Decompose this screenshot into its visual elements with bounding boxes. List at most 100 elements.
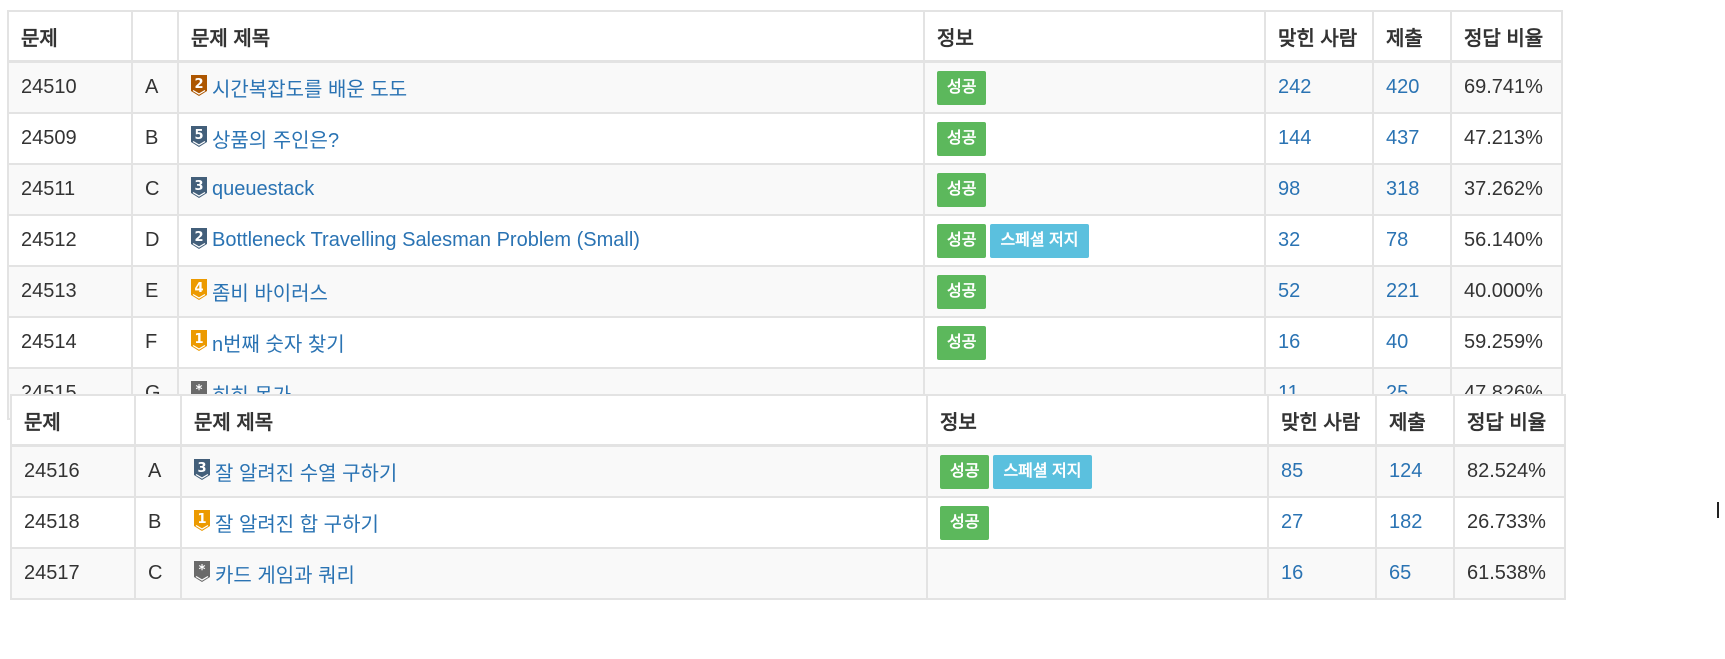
tier-shield-icon: 3 xyxy=(191,176,207,198)
header-title: 문제 제목 xyxy=(177,10,925,63)
tier-gold-icon: 1 xyxy=(191,329,207,352)
table-row: 24516 A 3 잘 알려진 수열 구하기 성공 스페셜 저지 85 124 82.524% xyxy=(10,444,1566,498)
submission-count-link[interactable]: 420 xyxy=(1386,76,1419,98)
problem-title-link[interactable]: 시간복잡도를 배운 도도 xyxy=(212,76,407,101)
solved-count-link[interactable]: 27 xyxy=(1281,511,1303,533)
problem-info-cell: 성공 xyxy=(923,265,1266,318)
submission-count-link[interactable]: 40 xyxy=(1386,331,1408,353)
header-solved: 맞힌 사람 xyxy=(1264,10,1374,63)
table-header: 문제 문제 제목 정보 맞힌 사람 제출 정답 비율 xyxy=(7,10,1563,63)
solved-count-link[interactable]: 98 xyxy=(1278,178,1300,200)
problem-title-link[interactable]: queuestack xyxy=(212,178,314,200)
submission-count-cell: 221 xyxy=(1372,265,1452,318)
accuracy-ratio: 37.262% xyxy=(1450,163,1563,216)
tier-level-label: 2 xyxy=(194,230,203,245)
solved-count-cell: 27 xyxy=(1267,496,1377,549)
table-row: 24510 A 2 시간복잡도를 배운 도도 성공 242 420 69.741% xyxy=(7,60,1563,114)
success-badge: 성공 xyxy=(937,121,987,156)
scroll-edge-marker xyxy=(1717,502,1719,518)
problem-info-cell: 성공 xyxy=(923,316,1266,369)
problem-title-cell: * 카드 게임과 쿼리 xyxy=(180,547,928,600)
submission-count-cell: 65 xyxy=(1375,547,1455,600)
submission-count-cell: 182 xyxy=(1375,496,1455,549)
problem-title-cell: 2 시간복잡도를 배운 도도 xyxy=(177,60,925,114)
problem-id-cell: 24509 xyxy=(7,112,133,165)
problem-title-cell: 2 Bottleneck Travelling Salesman Problem … xyxy=(177,214,925,267)
problem-id-cell: 24518 xyxy=(10,496,136,549)
problem-info-cell: 성공 xyxy=(923,60,1266,114)
problem-id: 24516 xyxy=(24,460,80,482)
accuracy-ratio: 56.140% xyxy=(1450,214,1563,267)
solved-count-cell: 52 xyxy=(1264,265,1374,318)
problem-id: 24510 xyxy=(21,76,77,98)
problem-title-link[interactable]: 좀비 바이러스 xyxy=(212,280,328,305)
tier-shield-icon: 4 xyxy=(191,278,207,300)
solved-count-link[interactable]: 85 xyxy=(1281,460,1303,482)
table-row: 24518 B 1 잘 알려진 합 구하기 성공 27 182 26.733% xyxy=(10,496,1566,549)
problem-info-cell: 성공 xyxy=(923,112,1266,165)
submission-count-link[interactable]: 318 xyxy=(1386,178,1419,200)
header-row: 문제 문제 제목 정보 맞힌 사람 제출 정답 비율 xyxy=(10,394,1566,447)
tier-shield-icon: * xyxy=(194,560,210,582)
tier-level-label: 1 xyxy=(197,512,206,527)
header-letter xyxy=(134,394,182,447)
problem-letter: A xyxy=(131,60,179,114)
accuracy-ratio: 47.213% xyxy=(1450,112,1563,165)
solved-count-link[interactable]: 16 xyxy=(1281,562,1303,584)
submission-count-link[interactable]: 221 xyxy=(1386,280,1419,302)
success-badge: 성공 xyxy=(937,325,987,360)
solved-count-cell: 98 xyxy=(1264,163,1374,216)
accuracy-ratio: 59.259% xyxy=(1450,316,1563,369)
submission-count-link[interactable]: 124 xyxy=(1389,460,1422,482)
problem-title-link[interactable]: 상품의 주인은? xyxy=(212,127,340,152)
success-badge: 성공 xyxy=(937,70,987,105)
tier-level-label: 5 xyxy=(194,128,203,143)
problem-info-cell: 성공 xyxy=(923,163,1266,216)
header-letter xyxy=(131,10,179,63)
problem-id-cell: 24513 xyxy=(7,265,133,318)
solved-count-link[interactable]: 144 xyxy=(1278,127,1311,149)
submission-count-link[interactable]: 437 xyxy=(1386,127,1419,149)
problem-title-cell: 1 n번째 숫자 찾기 xyxy=(177,316,925,369)
problem-id-cell: 24514 xyxy=(7,316,133,369)
problem-title-link[interactable]: Bottleneck Travelling Salesman Problem (… xyxy=(212,229,640,251)
problem-id: 24514 xyxy=(21,331,77,353)
submission-count-link[interactable]: 78 xyxy=(1386,229,1408,251)
tier-shield-icon: 1 xyxy=(191,329,207,351)
problem-id: 24517 xyxy=(24,562,80,584)
problem-title-text: 잘 알려진 수열 구하기 xyxy=(215,463,398,485)
problem-title-link[interactable]: 잘 알려진 합 구하기 xyxy=(215,511,379,536)
submission-count-cell: 40 xyxy=(1372,316,1452,369)
submission-count-link[interactable]: 65 xyxy=(1389,562,1411,584)
special-judge-badge: 스페셜 저지 xyxy=(990,223,1089,258)
problem-title-link[interactable]: n번째 숫자 찾기 xyxy=(212,331,345,356)
solved-count-cell: 32 xyxy=(1264,214,1374,267)
tier-bronze-icon: 2 xyxy=(191,74,207,97)
header-submissions: 제출 xyxy=(1375,394,1455,447)
solved-count-link[interactable]: 32 xyxy=(1278,229,1300,251)
contest-problem-table-1: 문제 문제 제목 정보 맞힌 사람 제출 정답 비율 24510 A 2 시간복잡도를… xyxy=(7,10,1563,420)
problem-info-cell xyxy=(926,547,1269,600)
problem-letter: E xyxy=(131,265,179,318)
success-badge: 성공 xyxy=(940,454,990,489)
problem-title-text: 카드 게임과 쿼리 xyxy=(215,565,355,587)
solved-count-link[interactable]: 16 xyxy=(1278,331,1300,353)
problem-id-cell: 24517 xyxy=(10,547,136,600)
header-ratio: 정답 비율 xyxy=(1450,10,1563,63)
tier-level-label: 3 xyxy=(194,179,203,194)
problem-title-link[interactable]: 카드 게임과 쿼리 xyxy=(215,562,355,587)
problem-id: 24511 xyxy=(21,178,76,200)
solved-count-cell: 16 xyxy=(1264,316,1374,369)
tier-level-label: 3 xyxy=(197,461,206,476)
contest-problem-table-2: 문제 문제 제목 정보 맞힌 사람 제출 정답 비율 24516 A 3 잘 알려진 … xyxy=(10,394,1566,600)
solved-count-link[interactable]: 52 xyxy=(1278,280,1300,302)
accuracy-ratio: 61.538% xyxy=(1453,547,1566,600)
submission-count-link[interactable]: 182 xyxy=(1389,511,1422,533)
table-row: 24509 B 5 상품의 주인은? 성공 144 437 47.213% xyxy=(7,112,1563,165)
problem-title-link[interactable]: 잘 알려진 수열 구하기 xyxy=(215,460,398,485)
table-row: 24513 E 4 좀비 바이러스 성공 52 221 40.000% xyxy=(7,265,1563,318)
solved-count-link[interactable]: 242 xyxy=(1278,76,1311,98)
header-info: 정보 xyxy=(926,394,1269,447)
problem-title-text: queuestack xyxy=(212,178,315,201)
problem-title-text: 상품의 주인은? xyxy=(212,130,340,152)
